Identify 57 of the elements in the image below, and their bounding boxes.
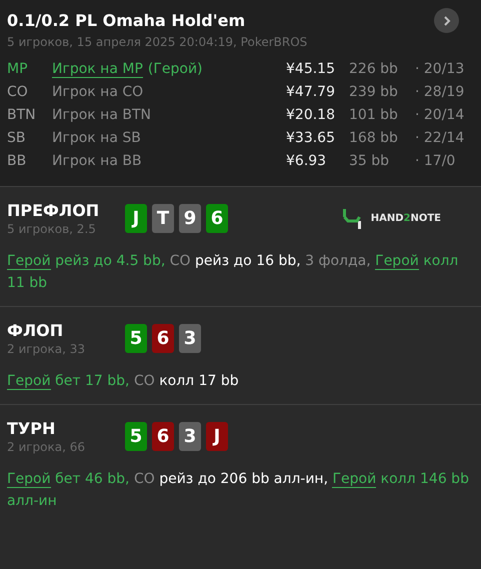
player-stats: · 20/14 [415,107,464,123]
logo-icon [340,208,363,230]
street-info: 2 игрока, 33 [7,342,86,356]
player-stats: · 22/14 [415,130,464,146]
player-stats: · 28/19 [415,84,464,100]
game-subtitle: 5 игроков, 15 апреля 2025 20:04:19, PokerBROS [7,35,308,49]
card: 3 [179,422,201,451]
hero-tag: (Герой) [148,61,203,78]
position-label: SB [7,130,26,146]
street-title: ПРЕФЛОП [7,201,100,220]
player-stats: · 17/0 [415,153,456,169]
card: T [152,204,174,233]
stack-bb: 168 bb [349,130,399,146]
street-info: 5 игроков, 2.5 [7,222,97,236]
next-button[interactable] [434,8,459,33]
stack-amount: ¥33.65 [286,130,336,146]
hero-link[interactable]: Герой [7,471,51,488]
position-label: BTN [7,107,37,123]
action-line: Герой бет 17 bb, CO колл 17 bb [7,372,240,392]
card: 6 [152,324,174,353]
hero-link[interactable]: Герой [375,253,419,270]
logo-text: HAND2NOTE [370,213,441,224]
stack-amount: ¥45.15 [286,61,336,77]
stack-bb: 239 bb [349,84,399,100]
hero-link[interactable]: Герой [7,373,51,390]
hero-link[interactable]: Герой [7,253,51,270]
street-title: ТУРН [7,419,56,438]
chevron-right-icon [442,14,452,26]
player-name: Игрок на CO [52,84,144,100]
hero-link[interactable]: Герой [332,471,376,488]
card: 6 [206,204,228,233]
card: 3 [179,324,201,353]
street-info: 2 игрока, 66 [7,440,86,454]
stack-bb: 35 bb [349,153,390,169]
position-label: CO [7,84,29,100]
card: J [206,422,228,451]
position-label: BB [7,153,28,169]
action-line: Герой рейз до 4.5 bb, CO рейз до 16 bb, 3 фолда, Герой колл 11 bb [7,252,460,293]
stack-amount: ¥20.18 [286,107,336,123]
stack-amount: ¥6.93 [286,153,328,169]
player-name: Игрок на BB [52,153,142,169]
player-stats: · 20/13 [415,61,464,77]
position-label: MP [7,61,29,77]
card: 5 [125,422,147,451]
action-line: Герой бет 46 bb, CO рейз до 206 bb алл-ин, Герой колл 146 bb алл-ин [7,470,470,511]
player-name-link[interactable]: Игрок на MP [52,61,143,78]
card: 6 [152,422,174,451]
card: 9 [179,204,201,233]
player-name: Игрок на SB [52,130,141,146]
stack-bb: 226 bb [349,61,399,77]
player-name: Игрок на BTN [52,107,151,123]
card: J [125,204,147,233]
card: 5 [125,324,147,353]
stack-bb: 101 bb [349,107,399,123]
game-title: 0.1/0.2 PL Omaha Hold'em [7,11,246,30]
stack-amount: ¥47.79 [286,84,336,100]
street-title: ФЛОП [7,321,64,340]
